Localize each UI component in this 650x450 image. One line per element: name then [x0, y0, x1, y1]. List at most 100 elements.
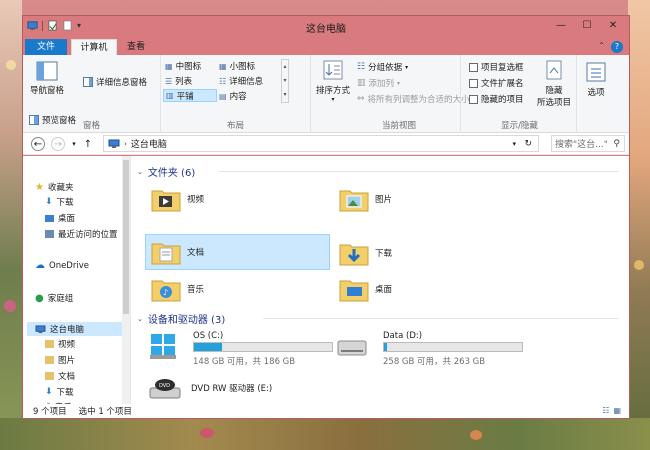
title-bar[interactable]: ▾ 这台电脑 — ☐ ✕ — [23, 16, 629, 38]
item-checkboxes-toggle[interactable]: 项目复选框 — [469, 61, 524, 73]
nav-scroll-thumb[interactable] — [123, 160, 129, 314]
devices-section-header[interactable]: ⌄ 设备和驱动器 (3) — [137, 311, 225, 327]
hidden-items-checkbox[interactable] — [469, 94, 478, 104]
drive-d[interactable]: Data (D:) 258 GB 可用，共 263 GB — [335, 328, 525, 367]
folder-music[interactable]: ♪ 音乐 — [147, 272, 327, 306]
layout-tiles[interactable]: ▥ 平铺 — [163, 89, 217, 102]
help-icon[interactable]: ? — [611, 41, 623, 53]
folders-section-header[interactable]: ⌄ 文件夹 (6) — [137, 164, 196, 180]
nav-pc-videos[interactable]: 视频 — [45, 338, 75, 350]
fit-columns-button[interactable]: ⇔ 将所有列调整为合适的大小 — [357, 93, 470, 105]
folder-videos-label: 视频 — [187, 195, 205, 205]
nav-onedrive[interactable]: ☁ OneDrive — [35, 260, 89, 271]
back-button[interactable]: ← — [31, 137, 45, 151]
search-icon[interactable]: ⚲ — [613, 139, 620, 149]
nav-pane-button[interactable]: 导航窗格 — [27, 61, 67, 96]
nav-desktop-label: 桌面 — [58, 214, 76, 224]
layout-list[interactable]: ☰ 列表 — [165, 75, 217, 88]
item-checkboxes-checkbox[interactable] — [469, 62, 478, 72]
nav-homegroup-label: 家庭组 — [47, 294, 74, 304]
list-icon: ☰ — [165, 76, 173, 86]
breadcrumb-separator-icon[interactable]: › — [124, 140, 127, 148]
nav-pc-downloads[interactable]: ⬇ 下载 — [45, 386, 74, 398]
wallpaper-bottom — [0, 418, 650, 450]
hide-selected-label-2: 所选项目 — [536, 98, 571, 108]
breadcrumb[interactable]: 这台电脑 — [131, 137, 167, 150]
layout-content[interactable]: ▤ 内容 — [219, 90, 275, 103]
content-icon: ▤ — [219, 91, 227, 101]
documents-folder-icon — [45, 372, 54, 380]
tiles-icon: ▥ — [166, 91, 174, 100]
close-button[interactable]: ✕ — [603, 18, 623, 32]
hidden-items-toggle[interactable]: 隐藏的项目 — [469, 93, 524, 105]
tab-file[interactable]: 文件 — [25, 39, 67, 55]
group-by-button[interactable]: ☷ 分组依据 ▾ — [357, 61, 408, 73]
nav-favorites-desktop[interactable]: 桌面 — [45, 212, 75, 224]
drive-e[interactable]: DVD DVD RW 驱动器 (E:) — [147, 376, 337, 402]
folder-videos[interactable]: 视频 — [147, 182, 327, 216]
wallpaper-flower — [634, 260, 644, 270]
nav-downloads-label: 下载 — [56, 198, 74, 208]
file-extensions-label: 文件扩展名 — [481, 79, 524, 89]
hard-drive-icon — [337, 340, 367, 356]
details-pane-button[interactable]: 详细信息窗格 — [83, 76, 147, 88]
nav-this-pc[interactable]: 这台电脑 — [27, 322, 122, 336]
large-icons-view-icon[interactable]: ▦ — [613, 406, 621, 415]
address-dropdown-icon[interactable]: ▾ — [512, 140, 516, 148]
folder-desktop-label: 桌面 — [375, 285, 393, 295]
folders-header-label: 文件夹 (6) — [147, 168, 196, 179]
group-by-icon: ☷ — [357, 62, 366, 72]
recent-locations-icon[interactable]: ▾ — [67, 137, 81, 151]
tab-view[interactable]: 查看 — [119, 39, 153, 55]
up-button[interactable]: ↑ — [81, 137, 95, 151]
nav-scrollbar[interactable] — [122, 156, 130, 404]
folder-pictures[interactable]: 图片 — [335, 182, 515, 216]
layout-scroll[interactable]: ▴ ▾ ▾ — [281, 59, 289, 103]
group-by-label: 分组依据 — [368, 63, 403, 73]
file-extensions-checkbox[interactable] — [469, 78, 478, 88]
collapse-chevron-icon[interactable]: ⌄ — [137, 168, 143, 176]
nav-favorites-recent[interactable]: 最近访问的位置 — [45, 228, 118, 240]
status-selection-count: 选中 1 个项目 — [78, 407, 132, 417]
hide-selected-icon — [546, 60, 562, 80]
minimize-button[interactable]: — — [551, 18, 571, 32]
forward-button[interactable]: → — [51, 137, 65, 151]
folder-documents[interactable]: 文档 — [145, 234, 330, 270]
refresh-icon[interactable]: ↻ — [524, 139, 532, 149]
nav-homegroup[interactable]: ● 家庭组 — [35, 292, 74, 305]
nav-favorites-downloads[interactable]: ⬇ 下载 — [45, 196, 74, 208]
file-extensions-toggle[interactable]: 文件扩展名 — [469, 77, 524, 89]
nav-favorites[interactable]: ★ 收藏夹 — [35, 181, 73, 194]
layout-small-icons[interactable]: ▦ 小图标 — [219, 60, 275, 73]
details-pane-icon — [83, 77, 93, 87]
navigation-pane: ★ 收藏夹 ⬇ 下载 桌面 最近访问的位置 ☁ OneDrive ● 家庭组 这… — [23, 156, 130, 404]
maximize-button[interactable]: ☐ — [577, 18, 597, 32]
collapse-chevron-icon[interactable]: ⌄ — [137, 315, 143, 323]
hide-selected-button[interactable]: 隐藏 所选项目 — [533, 59, 575, 108]
nav-pane-icon — [36, 61, 58, 81]
drive-c[interactable]: OS (C:) 148 GB 可用，共 186 GB — [147, 328, 337, 367]
folder-desktop[interactable]: 桌面 — [335, 272, 515, 306]
drive-d-usage-fill — [384, 343, 387, 351]
sort-by-button[interactable]: 排序方式 ▾ — [313, 59, 353, 103]
options-icon — [586, 62, 606, 82]
search-input[interactable]: 搜索"这台..." ⚲ — [551, 135, 625, 152]
recent-places-icon — [45, 230, 54, 238]
layout-details[interactable]: ☷ 详细信息 — [219, 75, 279, 88]
options-label: 选项 — [587, 88, 605, 98]
layout-medium-icons[interactable]: ▦ 中图标 — [165, 60, 217, 73]
group-label-current-view: 当前视图 — [381, 121, 416, 131]
address-box[interactable]: › 这台电脑 ▾ ↻ — [103, 135, 539, 152]
options-button[interactable]: 选项 — [579, 61, 613, 98]
wallpaper-flower — [4, 300, 16, 312]
wallpaper-flower — [200, 428, 214, 438]
nav-pc-documents[interactable]: 文档 — [45, 370, 75, 382]
tab-computer[interactable]: 计算机 — [71, 39, 117, 55]
details-view-icon[interactable]: ☷ — [602, 406, 609, 415]
collapse-ribbon-icon[interactable]: ⌃ — [598, 41, 605, 50]
nav-pc-pictures[interactable]: 图片 — [45, 354, 75, 366]
folder-downloads[interactable]: 下载 — [335, 236, 515, 270]
videos-folder-icon — [151, 190, 181, 212]
layout-tiles-label: 平铺 — [176, 91, 194, 102]
add-column-button[interactable]: ▥ 添加列 ▾ — [357, 77, 400, 89]
